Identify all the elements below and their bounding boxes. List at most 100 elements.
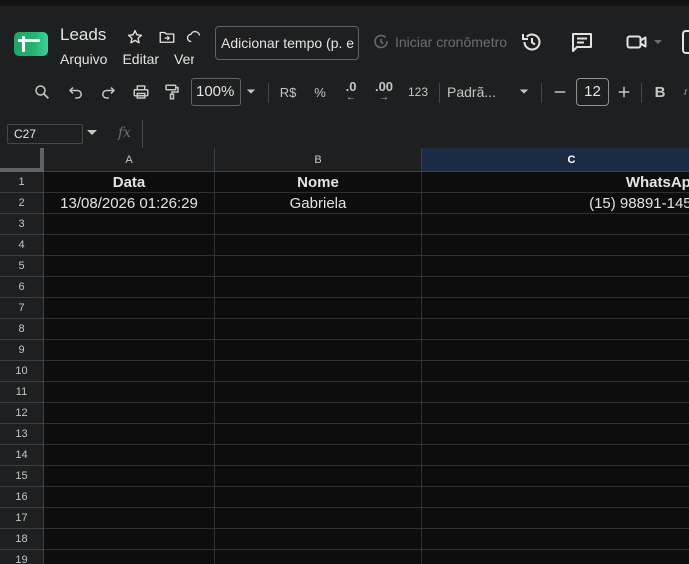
- cell-a14[interactable]: [44, 445, 215, 466]
- cell-b11[interactable]: [215, 382, 422, 403]
- name-box-dropdown-icon[interactable]: [87, 129, 97, 137]
- italic-button[interactable]: [682, 74, 689, 110]
- spreadsheet-grid[interactable]: ABC 1DataNomeWhatsApp 213/08/2026 01:26:29…: [0, 148, 689, 564]
- print-button[interactable]: [129, 74, 153, 110]
- font-family-dropdown[interactable]: [516, 74, 532, 110]
- cell-c10[interactable]: [422, 361, 689, 382]
- cell-b16[interactable]: [215, 487, 422, 508]
- move-folder-icon[interactable]: [158, 28, 176, 46]
- cell-b6[interactable]: [215, 277, 422, 298]
- cell-a10[interactable]: [44, 361, 215, 382]
- row-header[interactable]: 11: [0, 382, 44, 403]
- cell-c12[interactable]: [422, 403, 689, 424]
- cell-b5[interactable]: [215, 256, 422, 277]
- cell-c5[interactable]: [422, 256, 689, 277]
- menu-editar[interactable]: Editar: [122, 51, 159, 67]
- cell-b7[interactable]: [215, 298, 422, 319]
- cell-b12[interactable]: [215, 403, 422, 424]
- font-size-input[interactable]: 12: [576, 78, 609, 106]
- cell-c8[interactable]: [422, 319, 689, 340]
- row-header[interactable]: 10: [0, 361, 44, 382]
- cell-a11[interactable]: [44, 382, 215, 403]
- row-header[interactable]: 18: [0, 529, 44, 550]
- cell-a9[interactable]: [44, 340, 215, 361]
- increase-decimal-button[interactable]: .00 →: [370, 74, 398, 110]
- cell-c7[interactable]: [422, 298, 689, 319]
- row-header[interactable]: 19: [0, 550, 44, 564]
- menu-ver[interactable]: Ver: [174, 51, 194, 67]
- row-header[interactable]: 6: [0, 277, 44, 298]
- cell-a4[interactable]: [44, 235, 215, 256]
- decrease-font-size-button[interactable]: [549, 74, 571, 110]
- zoom-dropdown[interactable]: [243, 74, 259, 110]
- cell-c17[interactable]: [422, 508, 689, 529]
- more-formats-button[interactable]: 123: [405, 74, 431, 110]
- column-header-c[interactable]: C: [422, 148, 689, 172]
- cell-a17[interactable]: [44, 508, 215, 529]
- cell-a1[interactable]: Data: [44, 172, 215, 193]
- cell-a19[interactable]: [44, 550, 215, 564]
- row-header[interactable]: 2: [0, 193, 44, 214]
- row-header[interactable]: 13: [0, 424, 44, 445]
- row-header[interactable]: 3: [0, 214, 44, 235]
- name-box[interactable]: C27: [7, 124, 83, 144]
- cell-b17[interactable]: [215, 508, 422, 529]
- cell-c16[interactable]: [422, 487, 689, 508]
- cell-a2[interactable]: 13/08/2026 01:26:29: [44, 193, 215, 214]
- cell-b18[interactable]: [215, 529, 422, 550]
- cell-c4[interactable]: [422, 235, 689, 256]
- font-family-select[interactable]: Padrã...: [447, 74, 509, 110]
- cell-c9[interactable]: [422, 340, 689, 361]
- search-menus-button[interactable]: [30, 74, 54, 110]
- cell-a6[interactable]: [44, 277, 215, 298]
- document-title[interactable]: Leads: [60, 25, 106, 45]
- cell-a5[interactable]: [44, 256, 215, 277]
- cell-b2[interactable]: Gabriela: [215, 193, 422, 214]
- cell-b9[interactable]: [215, 340, 422, 361]
- cell-a15[interactable]: [44, 466, 215, 487]
- row-header[interactable]: 5: [0, 256, 44, 277]
- row-header[interactable]: 8: [0, 319, 44, 340]
- row-header[interactable]: 15: [0, 466, 44, 487]
- cell-a18[interactable]: [44, 529, 215, 550]
- column-header-b[interactable]: B: [215, 148, 422, 172]
- sheets-logo-icon[interactable]: [14, 32, 48, 56]
- cell-c15[interactable]: [422, 466, 689, 487]
- start-timer-button[interactable]: Iniciar cronômetro: [372, 33, 507, 51]
- column-header-a[interactable]: A: [44, 148, 215, 172]
- star-icon[interactable]: [126, 28, 144, 46]
- decrease-decimal-button[interactable]: .0 ←: [338, 74, 364, 110]
- meet-video-icon[interactable]: [625, 30, 649, 54]
- cell-a3[interactable]: [44, 214, 215, 235]
- row-header[interactable]: 17: [0, 508, 44, 529]
- formula-input[interactable]: [142, 120, 689, 148]
- cell-b14[interactable]: [215, 445, 422, 466]
- percent-format-button[interactable]: %: [309, 74, 331, 110]
- cell-b8[interactable]: [215, 319, 422, 340]
- cell-a7[interactable]: [44, 298, 215, 319]
- row-header[interactable]: 1: [0, 172, 44, 193]
- meet-dropdown-icon[interactable]: [652, 30, 664, 54]
- cell-a16[interactable]: [44, 487, 215, 508]
- cell-c3[interactable]: [422, 214, 689, 235]
- cell-c1[interactable]: WhatsApp: [422, 172, 689, 193]
- cell-c11[interactable]: [422, 382, 689, 403]
- cell-b15[interactable]: [215, 466, 422, 487]
- row-header[interactable]: 16: [0, 487, 44, 508]
- cell-a13[interactable]: [44, 424, 215, 445]
- cell-c14[interactable]: [422, 445, 689, 466]
- row-header[interactable]: 14: [0, 445, 44, 466]
- cell-a8[interactable]: [44, 319, 215, 340]
- increase-font-size-button[interactable]: [613, 74, 635, 110]
- cell-c19[interactable]: [422, 550, 689, 564]
- cell-a12[interactable]: [44, 403, 215, 424]
- cell-c18[interactable]: [422, 529, 689, 550]
- cell-b19[interactable]: [215, 550, 422, 564]
- version-history-icon[interactable]: [520, 30, 544, 54]
- redo-button[interactable]: [96, 74, 120, 110]
- cell-b1[interactable]: Nome: [215, 172, 422, 193]
- currency-format-button[interactable]: R$: [276, 74, 300, 110]
- cell-b10[interactable]: [215, 361, 422, 382]
- share-icon[interactable]: [682, 30, 689, 54]
- cell-b13[interactable]: [215, 424, 422, 445]
